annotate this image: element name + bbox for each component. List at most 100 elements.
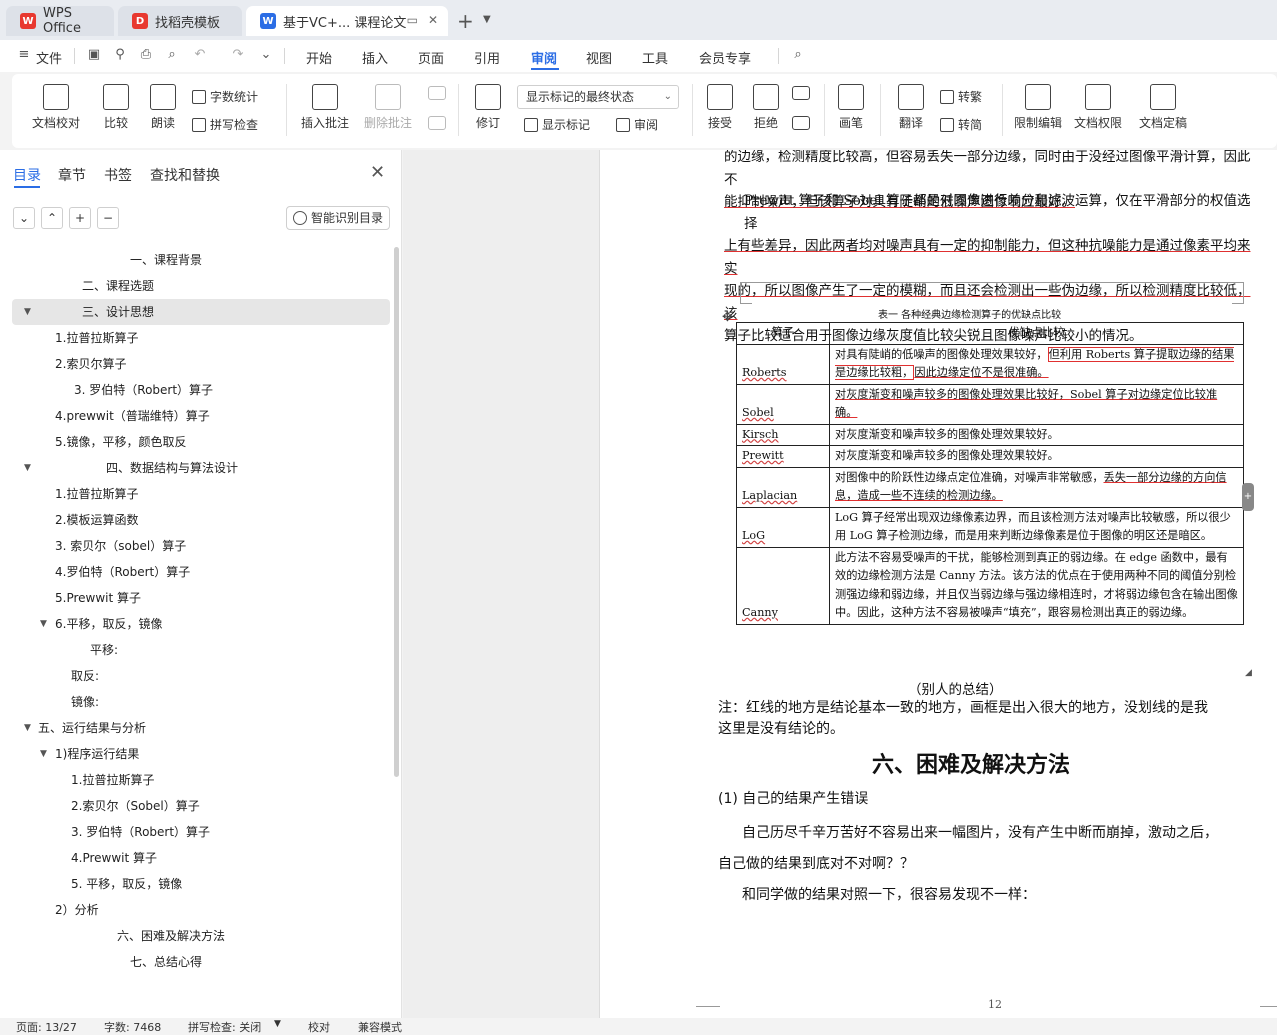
- toc-item[interactable]: 4.prewwit（普瑞维特）算子: [0, 403, 390, 429]
- status-page[interactable]: 页面: 13/27: [16, 1019, 77, 1035]
- expand-toggle-icon[interactable]: ▼: [24, 299, 31, 325]
- toc-item[interactable]: ▼ 6.平移，取反，镜像: [0, 611, 390, 637]
- new-tab-button[interactable]: +: [457, 9, 474, 33]
- menu-tab-tools[interactable]: 工具: [642, 48, 668, 67]
- nav-scrollbar[interactable]: [394, 247, 399, 777]
- nav-tab-bookmarks[interactable]: 书签: [104, 165, 132, 185]
- toc-item[interactable]: 1.拉普拉斯算子: [0, 767, 390, 793]
- toc-item[interactable]: 取反:: [0, 663, 390, 689]
- doc-check-button[interactable]: 文档校对: [28, 84, 84, 131]
- menu-tab-insert[interactable]: 插入: [362, 48, 388, 67]
- doc-permission-button[interactable]: 文档权限: [1072, 84, 1124, 131]
- menu-tab-review[interactable]: 审阅: [531, 48, 557, 67]
- next-comment-button[interactable]: [426, 116, 448, 134]
- show-markup-button[interactable]: 显示标记: [524, 116, 590, 133]
- chevron-down-icon[interactable]: ▼: [274, 1019, 281, 1029]
- undo-icon[interactable]: ↶: [192, 47, 208, 63]
- side-panel-toggle[interactable]: +: [1242, 483, 1254, 511]
- toc-item[interactable]: 3. 罗伯特（Robert）算子: [0, 377, 390, 403]
- menu-tab-view[interactable]: 视图: [586, 48, 612, 67]
- toc-item[interactable]: ▼ 三、设计思想: [12, 299, 390, 325]
- search-icon[interactable]: ⌕: [790, 47, 806, 63]
- accept-button[interactable]: 接受: [700, 84, 740, 131]
- nav-tab-sections[interactable]: 章节: [58, 165, 86, 185]
- print-preview-icon[interactable]: ⌕: [164, 47, 180, 63]
- translate-button[interactable]: 翻译: [892, 84, 930, 131]
- menu-tab-start[interactable]: 开始: [306, 48, 332, 67]
- toc-item[interactable]: 一、课程背景: [0, 247, 390, 273]
- ink-button[interactable]: 画笔: [836, 84, 866, 131]
- toc-item[interactable]: 5.Prewwit 算子: [0, 585, 390, 611]
- redo-icon[interactable]: ↷: [230, 47, 246, 63]
- add-heading-icon[interactable]: +: [69, 207, 91, 229]
- toc-item[interactable]: 1.拉普拉斯算子: [0, 325, 390, 351]
- restrict-edit-button[interactable]: 限制编辑: [1012, 84, 1064, 131]
- toc-item[interactable]: 5. 平移，取反，镜像: [0, 871, 390, 897]
- to-traditional-button[interactable]: 转繁: [940, 88, 982, 105]
- status-proofread[interactable]: 校对: [308, 1019, 330, 1035]
- document-page[interactable]: 的边缘，检测精度比较高，但容易丢失一部分边缘，同时由于没经过图像平滑计算，因此不…: [599, 150, 1277, 1018]
- tab-wps-office[interactable]: W WPS Office: [6, 6, 114, 36]
- markup-state-select[interactable]: 显示标记的最终状态 ⌄: [517, 85, 679, 109]
- track-changes-button[interactable]: 修订: [468, 84, 508, 131]
- insert-comment-button[interactable]: 插入批注: [298, 84, 352, 131]
- menu-tab-reference[interactable]: 引用: [474, 48, 500, 67]
- collapse-icon[interactable]: ⌄: [13, 207, 35, 229]
- spell-check-button[interactable]: 拼写检查: [192, 116, 258, 133]
- toc-item[interactable]: ▼ 五、运行结果与分析: [0, 715, 390, 741]
- expand-icon[interactable]: ⌃: [41, 207, 63, 229]
- toc-item[interactable]: 4.罗伯特（Robert）算子: [0, 559, 390, 585]
- float-window-icon[interactable]: ▭: [407, 13, 418, 27]
- toc-item[interactable]: 镜像:: [0, 689, 390, 715]
- expand-toggle-icon[interactable]: ▼: [40, 741, 47, 767]
- toc-item[interactable]: 5.镜像，平移，颜色取反: [0, 429, 390, 455]
- word-count-button[interactable]: 字数统计: [192, 88, 258, 105]
- toc-item[interactable]: 4.Prewwit 算子: [0, 845, 390, 871]
- toc-item[interactable]: 2.索贝尔算子: [0, 351, 390, 377]
- chevron-down-icon[interactable]: ⌄: [258, 47, 274, 63]
- table-move-handle-icon[interactable]: ✥: [722, 310, 733, 325]
- save-icon[interactable]: ▣: [86, 47, 102, 63]
- reject-button[interactable]: 拒绝: [746, 84, 786, 131]
- compare-button[interactable]: 比较: [96, 84, 136, 131]
- toc-item[interactable]: ▼ 四、数据结构与算法设计: [0, 455, 390, 481]
- expand-toggle-icon[interactable]: ▼: [24, 715, 31, 741]
- smart-toc-button[interactable]: 智能识别目录: [286, 206, 390, 230]
- nav-tab-find-replace[interactable]: 查找和替换: [150, 165, 220, 185]
- expand-toggle-icon[interactable]: ▼: [24, 455, 31, 481]
- toc-item[interactable]: 2.索贝尔（Sobel）算子: [0, 793, 390, 819]
- delete-comment-button[interactable]: 删除批注: [358, 84, 418, 131]
- toc-item[interactable]: 3. 索贝尔（sobel）算子: [0, 533, 390, 559]
- toc-item[interactable]: 2.模板运算函数: [0, 507, 390, 533]
- toc-item[interactable]: 六、困难及解决方法: [0, 923, 390, 949]
- chevron-down-icon[interactable]: ▼: [483, 14, 491, 25]
- tab-docer-templates[interactable]: D 找稻壳模板: [118, 6, 242, 36]
- toc-item[interactable]: 平移:: [0, 637, 390, 663]
- toc-item[interactable]: 1.拉普拉斯算子: [0, 481, 390, 507]
- review-pane-button[interactable]: 审阅: [616, 116, 658, 133]
- toc-item[interactable]: 二、课程选题: [0, 273, 390, 299]
- status-spell-check[interactable]: 拼写检查: 关闭: [188, 1019, 261, 1035]
- table-resize-handle-icon[interactable]: ◢: [1245, 668, 1252, 678]
- nav-tab-toc[interactable]: 目录: [13, 165, 41, 185]
- toc-item[interactable]: 七、总结心得: [0, 949, 390, 975]
- doc-finalize-button[interactable]: 文档定稿: [1132, 84, 1194, 131]
- hamburger-menu-icon[interactable]: ≡: [16, 47, 32, 63]
- remove-heading-icon[interactable]: −: [97, 207, 119, 229]
- read-aloud-button[interactable]: 朗读: [148, 84, 178, 131]
- toc-item[interactable]: 2）分析: [0, 897, 390, 923]
- expand-toggle-icon[interactable]: ▼: [40, 611, 47, 637]
- to-simplified-button[interactable]: 转简: [940, 116, 982, 133]
- toc-item[interactable]: 3. 罗伯特（Robert）算子: [0, 819, 390, 845]
- close-icon[interactable]: ✕: [370, 162, 385, 183]
- tab-current-document[interactable]: W 基于VC+... 课程论文 ▭ ✕: [246, 6, 448, 36]
- next-change-button[interactable]: [790, 116, 812, 134]
- menu-tab-page[interactable]: 页面: [418, 48, 444, 67]
- menu-tab-member[interactable]: 会员专享: [699, 48, 751, 67]
- prev-comment-button[interactable]: [426, 86, 448, 104]
- close-icon[interactable]: ✕: [428, 13, 438, 27]
- status-word-count[interactable]: 字数: 7468: [104, 1019, 161, 1035]
- menu-file[interactable]: 文件: [36, 48, 62, 67]
- toc-item[interactable]: ▼ 1)程序运行结果: [0, 741, 390, 767]
- prev-change-button[interactable]: [790, 86, 812, 104]
